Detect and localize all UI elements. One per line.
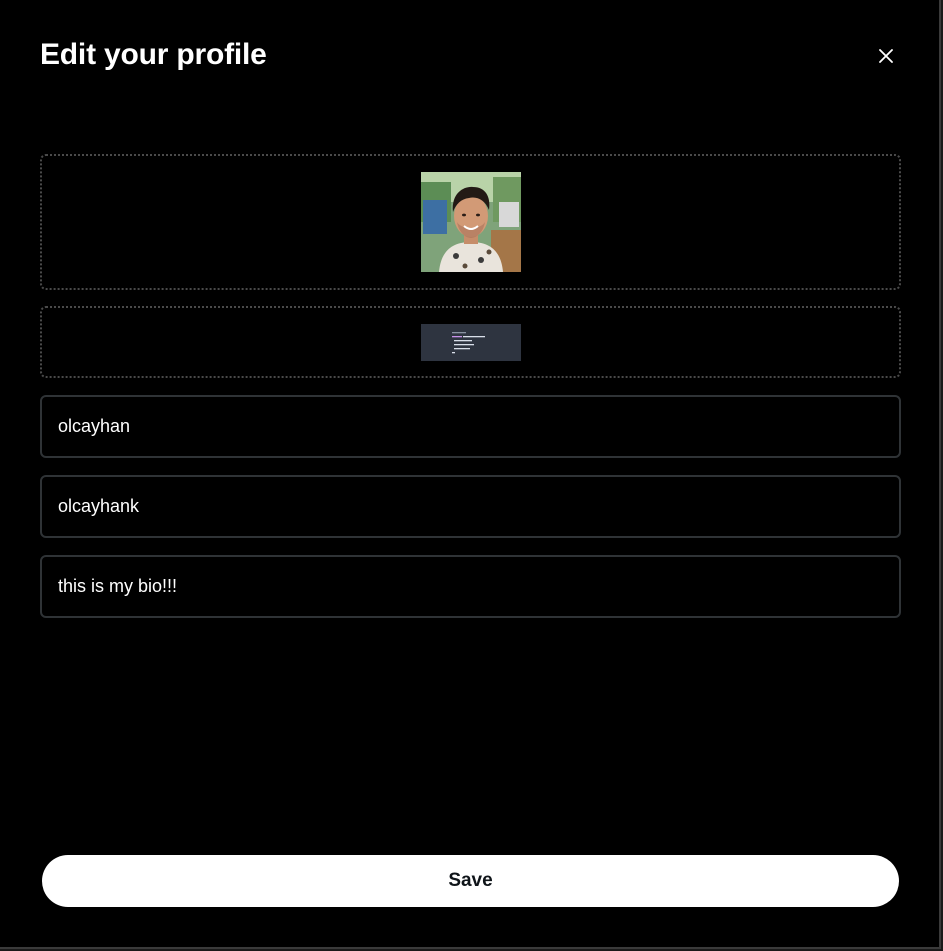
profile-photo-image	[420, 172, 521, 272]
banner-code-image	[420, 323, 521, 361]
close-icon	[879, 49, 893, 63]
username-field[interactable]	[40, 475, 901, 538]
save-button[interactable]: Save	[42, 855, 899, 907]
modal-title: Edit your profile	[40, 38, 267, 71]
name-field[interactable]	[40, 395, 901, 458]
avatar-upload-dropzone[interactable]	[40, 154, 901, 290]
bio-field[interactable]	[40, 555, 901, 618]
banner-upload-dropzone[interactable]	[40, 306, 901, 378]
edit-profile-modal: Edit your profile olcayhan olcayhank thi…	[0, 0, 941, 949]
close-button[interactable]	[870, 40, 902, 72]
